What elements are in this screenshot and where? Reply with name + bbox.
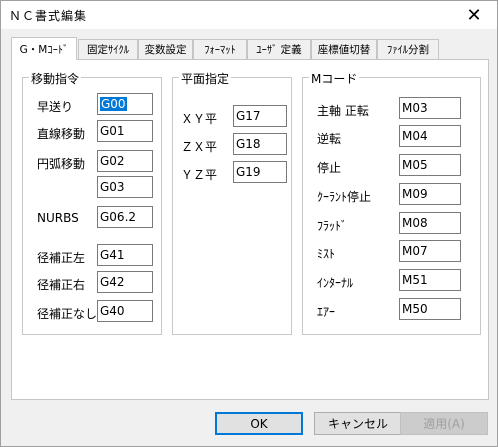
yz-plane-field[interactable]: G19 bbox=[233, 161, 287, 183]
internal-field[interactable]: M51 bbox=[399, 269, 461, 291]
rapid-label: 早送り bbox=[37, 100, 74, 114]
title-bar: ＮＣ書式編集 ✕ bbox=[1, 1, 497, 29]
nurbs-label: NURBS bbox=[37, 211, 79, 225]
spindle-ccw-field[interactable]: M04 bbox=[399, 125, 461, 147]
tab-coordinate-switch[interactable]: 座標値切替 bbox=[311, 39, 377, 59]
movement-legend: 移動指令 bbox=[29, 70, 82, 87]
yz-plane-label: ＹＺ平 bbox=[181, 168, 218, 182]
comp-none-field[interactable]: G40 bbox=[97, 300, 153, 322]
xy-plane-field[interactable]: G17 bbox=[233, 105, 287, 127]
spindle-ccw-label: 逆転 bbox=[317, 132, 342, 146]
spindle-cw-label: 主軸 正転 bbox=[317, 104, 369, 118]
linear-field[interactable]: G01 bbox=[97, 120, 153, 142]
air-field[interactable]: M50 bbox=[399, 298, 461, 320]
nurbs-field[interactable]: G06.2 bbox=[97, 206, 153, 228]
rapid-field[interactable]: G00 bbox=[97, 93, 153, 115]
apply-button[interactable]: 適用(A) bbox=[400, 412, 488, 435]
comp-left-label: 径補正左 bbox=[37, 251, 86, 265]
nc-format-dialog: ＮＣ書式編集 ✕ G・Mｺｰﾄﾞ 固定ｻｲｸﾙ 変数設定 ﾌｫｰﾏｯﾄ ﾕｰｻﾞ… bbox=[0, 0, 498, 447]
arc-ccw-field[interactable]: G03 bbox=[97, 176, 153, 198]
comp-left-field[interactable]: G41 bbox=[97, 244, 153, 266]
internal-label: ｲﾝﾀｰﾅﾙ bbox=[317, 276, 354, 290]
coolant-stop-label: ｸｰﾗﾝﾄ停止 bbox=[317, 190, 372, 204]
plane-legend: 平面指定 bbox=[179, 70, 232, 87]
xy-plane-label: ＸＹ平 bbox=[181, 112, 218, 126]
tab-variable-settings[interactable]: 変数設定 bbox=[138, 39, 193, 59]
movement-group: 移動指令 早送り G00 直線移動 G01 円弧移動 G02 G03 NURBS… bbox=[22, 70, 162, 335]
tab-file-split[interactable]: ﾌｧｲﾙ分割 bbox=[377, 39, 439, 59]
tab-gm-code[interactable]: G・Mｺｰﾄﾞ bbox=[11, 37, 77, 60]
flood-label: ﾌﾗｯﾄﾞ bbox=[317, 219, 348, 233]
comp-none-label: 径補正なし bbox=[37, 307, 98, 321]
mcode-legend: Mコード bbox=[309, 70, 360, 87]
arc-label: 円弧移動 bbox=[37, 157, 86, 171]
arc-cw-field[interactable]: G02 bbox=[97, 150, 153, 172]
mcode-group: Mコード 主軸 正転 M03 逆転 M04 停止 M05 ｸｰﾗﾝﾄ停止 M09… bbox=[302, 70, 481, 335]
flood-field[interactable]: M08 bbox=[399, 212, 461, 234]
stop-label: 停止 bbox=[317, 161, 342, 175]
comp-right-label: 径補正右 bbox=[37, 278, 86, 292]
window-title: ＮＣ書式編集 bbox=[9, 9, 88, 23]
mist-field[interactable]: M07 bbox=[399, 240, 461, 262]
tab-user-definition[interactable]: ﾕｰｻﾞ 定義 bbox=[247, 39, 311, 59]
plane-group: 平面指定 ＸＹ平 G17 ＺＸ平 G18 ＹＺ平 G19 bbox=[172, 70, 292, 335]
comp-right-field[interactable]: G42 bbox=[97, 271, 153, 293]
close-icon[interactable]: ✕ bbox=[451, 1, 497, 29]
air-label: ｴｱｰ bbox=[317, 305, 336, 319]
mist-label: ﾐｽﾄ bbox=[317, 247, 336, 261]
tab-canned-cycle[interactable]: 固定ｻｲｸﾙ bbox=[78, 39, 138, 59]
coolant-stop-field[interactable]: M09 bbox=[399, 183, 461, 205]
tab-panel: 移動指令 早送り G00 直線移動 G01 円弧移動 G02 G03 NURBS… bbox=[11, 59, 489, 400]
tab-format[interactable]: ﾌｫｰﾏｯﾄ bbox=[193, 39, 247, 59]
zx-plane-field[interactable]: G18 bbox=[233, 133, 287, 155]
cancel-button[interactable]: キャンセル bbox=[314, 412, 402, 435]
linear-label: 直線移動 bbox=[37, 127, 86, 141]
ok-button[interactable]: OK bbox=[215, 412, 303, 435]
spindle-cw-field[interactable]: M03 bbox=[399, 97, 461, 119]
zx-plane-label: ＺＸ平 bbox=[181, 140, 218, 154]
stop-field[interactable]: M05 bbox=[399, 154, 461, 176]
